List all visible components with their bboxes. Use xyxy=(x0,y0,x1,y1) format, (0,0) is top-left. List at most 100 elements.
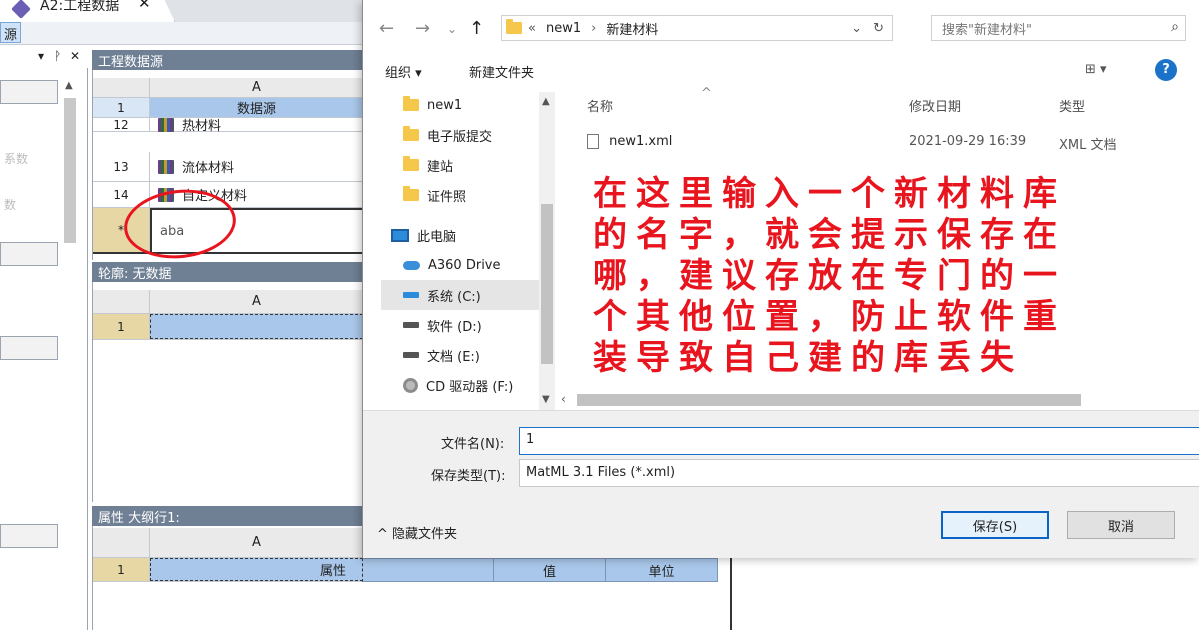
file-list-horizontal-scrollbar[interactable]: ‹ xyxy=(557,392,1199,408)
nav-item-electronic-submission[interactable]: 电子版提交 xyxy=(381,120,555,150)
new-folder-button[interactable]: 新建文件夹 xyxy=(469,62,534,81)
library-icon xyxy=(158,159,174,174)
red-annotation-text: 在这里输入一个新材料库的名字，就会提示保存在哪，建议存放在专门的一个其他位置，防… xyxy=(593,174,1066,378)
left-panel-button-3[interactable] xyxy=(0,336,58,360)
column-header-a[interactable]: A xyxy=(150,290,363,313)
drive-icon xyxy=(403,352,419,358)
filename-label: 文件名(N): xyxy=(441,437,505,452)
file-modified: 2021-09-29 16:39 xyxy=(909,134,1027,149)
forward-arrow-icon[interactable]: → xyxy=(415,18,430,39)
grid-column-header: A xyxy=(93,290,363,314)
left-panel-scrollbar[interactable]: ▲ xyxy=(62,80,78,250)
nav-item-drive-d[interactable]: 软件 (D:) xyxy=(381,310,555,340)
save-button[interactable]: 保存(S) xyxy=(941,511,1049,539)
nav-item-cd-drive-f[interactable]: CD 驱动器 (F:) xyxy=(381,370,555,400)
left-panel-button-2[interactable] xyxy=(0,242,58,266)
filetype-label: 保存类型(T): xyxy=(431,469,506,484)
nav-item-drive-e[interactable]: 文档 (E:) xyxy=(381,340,555,370)
table-row[interactable]: 1 数据源 xyxy=(93,98,363,118)
panel-pin-icon[interactable]: ᚹ xyxy=(54,49,61,63)
left-panel-button-4[interactable] xyxy=(0,524,58,548)
panel-dropdown-icon[interactable]: ▾ xyxy=(38,49,44,63)
unit-column-header[interactable]: 单位 xyxy=(606,558,718,582)
column-header-a[interactable]: A xyxy=(150,528,363,557)
cd-drive-icon xyxy=(403,377,418,393)
left-panel: 系数 数 ▲ xyxy=(0,68,88,630)
left-panel-text-count: 数 xyxy=(4,198,17,212)
tab-close-icon[interactable]: ✕ xyxy=(138,0,151,12)
scroll-left-icon[interactable]: ‹ xyxy=(561,392,566,406)
table-row[interactable]: 12 热材料 xyxy=(93,117,363,134)
view-options-icon[interactable]: ⊞ ▾ xyxy=(1085,62,1107,77)
column-header-type[interactable]: 类型 xyxy=(1059,96,1085,115)
search-input[interactable]: 搜索"新建材料" ⌕ xyxy=(931,15,1186,41)
column-header-name[interactable]: 名称 xyxy=(587,96,613,115)
recent-locations-dropdown-icon[interactable]: ⌄ xyxy=(447,22,457,36)
nav-item-site-building[interactable]: 建站 xyxy=(381,150,555,180)
path-dropdown-icon[interactable]: ⌄ xyxy=(851,21,862,36)
scroll-up-icon[interactable]: ▲ xyxy=(65,80,73,91)
up-folder-icon[interactable]: ↑ xyxy=(469,18,484,39)
filetype-select[interactable]: MatML 3.1 Files (*.xml) xyxy=(519,459,1199,487)
nav-item-new1[interactable]: new1 xyxy=(381,90,555,120)
scroll-thumb[interactable] xyxy=(64,98,76,243)
nav-item-id-photos[interactable]: 证件照 xyxy=(381,180,555,210)
tab-title: A2:工程数据 xyxy=(40,0,120,14)
folder-icon xyxy=(403,96,419,111)
folder-icon xyxy=(403,156,419,171)
source-toggle[interactable]: 源 xyxy=(0,22,22,43)
table-row[interactable]: 13 流体材料 xyxy=(93,152,363,182)
properties-grid: A 1 属性 xyxy=(92,526,363,630)
scroll-thumb[interactable] xyxy=(541,204,553,364)
scroll-thumb[interactable] xyxy=(577,394,1081,406)
scroll-up-icon[interactable]: ▲ xyxy=(542,96,550,107)
left-panel-header: ▾ ᚹ ✕ xyxy=(0,46,88,68)
breadcrumb-new-materials[interactable]: 新建材料 xyxy=(606,19,658,38)
file-row[interactable]: new1.xml 2021-09-29 16:39 XML 文档 xyxy=(587,134,1187,156)
search-icon[interactable]: ⌕ xyxy=(1171,19,1179,35)
column-header-modified[interactable]: 修改日期 xyxy=(909,96,961,115)
scroll-down-icon[interactable]: ▼ xyxy=(542,394,550,405)
hide-folders-toggle[interactable]: ^ 隐藏文件夹 xyxy=(377,523,457,542)
drive-icon xyxy=(403,322,419,328)
library-icon xyxy=(158,117,174,132)
properties-header-extension: 值 单位 xyxy=(362,558,718,582)
folder-icon xyxy=(403,186,419,201)
organize-menu[interactable]: 组织 ▾ xyxy=(385,62,422,81)
breadcrumb-separator-icon: › xyxy=(591,20,597,36)
left-panel-button-1[interactable] xyxy=(0,80,58,104)
engineering-data-icon xyxy=(11,0,31,19)
property-header-cell[interactable]: 属性 xyxy=(150,558,363,581)
navigation-scrollbar[interactable]: ▲ ▼ xyxy=(539,92,555,410)
back-arrow-icon[interactable]: ← xyxy=(379,18,394,39)
help-icon[interactable]: ? xyxy=(1155,59,1177,81)
navigation-pane: new1 电子版提交 建站 证件照 此电脑 A360 Drive 系统 (C:)… xyxy=(381,90,555,410)
refresh-icon[interactable]: ↻ xyxy=(873,21,884,36)
path-overflow-icon[interactable]: « xyxy=(528,21,536,36)
nav-item-drive-c[interactable]: 系统 (C:) xyxy=(381,280,555,310)
computer-icon xyxy=(391,228,409,242)
tab-engineering-data[interactable]: A2:工程数据 ✕ xyxy=(0,0,175,22)
nav-item-a360-drive[interactable]: A360 Drive xyxy=(381,250,555,280)
outline-grid: A 1 xyxy=(92,282,363,502)
table-row[interactable]: 1 xyxy=(93,314,363,340)
cancel-button[interactable]: 取消 xyxy=(1067,511,1175,539)
path-breadcrumb[interactable]: « new1 › 新建材料 ⌄ ↻ xyxy=(501,15,893,41)
value-column-header[interactable]: 值 xyxy=(494,558,606,582)
panel-close-icon[interactable]: ✕ xyxy=(70,49,80,63)
save-form: 文件名(N): 1 保存类型(T): MatML 3.1 Files (*.xm… xyxy=(363,410,1199,558)
nav-item-this-pc[interactable]: 此电脑 xyxy=(381,220,555,250)
table-row[interactable]: 1 属性 xyxy=(93,558,363,582)
drive-icon xyxy=(403,292,419,298)
outline-title: 轮廓: 无数据 xyxy=(92,262,362,282)
breadcrumb-new1[interactable]: new1 xyxy=(546,21,581,36)
grid-column-header: A xyxy=(93,78,363,98)
address-bar: ← → ⌄ ↑ « new1 › 新建材料 ⌄ ↻ 搜索"新建材料" ⌕ xyxy=(363,8,1199,48)
grid-column-header: A xyxy=(93,528,363,558)
file-name: new1.xml xyxy=(609,134,673,149)
left-panel-text-coefficient: 系数 xyxy=(4,152,29,166)
column-header-a[interactable]: A xyxy=(150,78,363,97)
filename-input[interactable]: 1 xyxy=(519,427,1199,455)
folder-icon xyxy=(403,126,419,141)
engineering-source-title: 工程数据源 xyxy=(92,50,362,70)
